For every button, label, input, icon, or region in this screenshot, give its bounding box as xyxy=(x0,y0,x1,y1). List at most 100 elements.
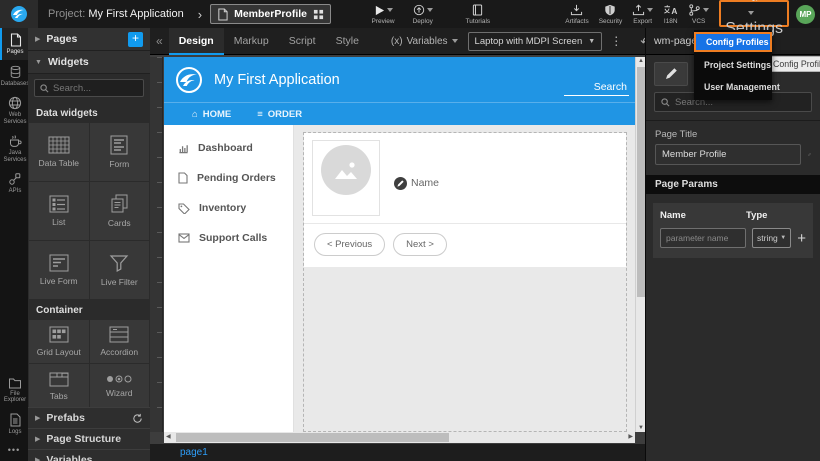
widget-tile-live-form[interactable]: Live Form xyxy=(29,241,89,299)
left-icon-bar: Pages Databases Web Services Java Servic… xyxy=(0,28,28,461)
widget-tile-label: Wizard xyxy=(106,388,132,398)
add-page-button[interactable]: + xyxy=(128,32,143,47)
tab-design[interactable]: Design xyxy=(169,28,224,55)
sidebar-item-pages[interactable]: Pages xyxy=(0,28,28,60)
param-name-column: Name xyxy=(660,210,746,221)
i18n-translate-icon: A xyxy=(663,4,678,16)
widget-tile-label: Cards xyxy=(108,218,131,228)
deploy-button[interactable]: Deploy xyxy=(413,0,433,28)
widget-tile-data-table[interactable]: Data Table xyxy=(29,123,89,181)
pages-section-header[interactable]: ▶ Pages + xyxy=(28,28,150,51)
widget-tile-accordion[interactable]: Accordion xyxy=(90,320,150,363)
widget-tile-cards[interactable]: Cards xyxy=(90,182,150,240)
name-field[interactable]: Name xyxy=(394,150,439,216)
refresh-icon[interactable] xyxy=(132,413,143,424)
add-param-button[interactable]: + xyxy=(797,231,806,246)
tutorials-button[interactable]: Tutorials xyxy=(465,0,490,28)
project-settings-label: Project Settings xyxy=(704,60,771,70)
i18n-label: I18N xyxy=(664,18,678,25)
menu-item-user-management[interactable]: User Management xyxy=(694,78,772,96)
widgets-panel: ▶ Pages + ▼ Widgets Data widgets Data Ta… xyxy=(28,28,150,461)
device-select[interactable]: Laptop with MDPI Screen ▼ xyxy=(468,32,603,51)
sidebar-item-file-explorer[interactable]: File Explorer xyxy=(0,372,28,408)
preview-button[interactable]: Preview xyxy=(371,0,394,28)
member-card[interactable]: Name xyxy=(304,133,626,223)
vcs-button[interactable]: VCS xyxy=(688,0,709,28)
user-avatar[interactable]: MP xyxy=(796,5,815,24)
i18n-button[interactable]: A I18N xyxy=(663,0,678,28)
scroll-right-icon[interactable]: ▶ xyxy=(628,433,633,440)
image-placeholder[interactable] xyxy=(312,140,380,216)
nav-item-home[interactable]: ⌂ HOME xyxy=(192,109,231,120)
widget-tile-wizard[interactable]: Wizard xyxy=(90,364,150,407)
param-type-select[interactable]: string ▼ xyxy=(752,228,791,248)
bind-link-icon[interactable] xyxy=(808,148,811,161)
previous-button[interactable]: < Previous xyxy=(314,233,385,256)
menu-item-inventory[interactable]: Inventory xyxy=(164,193,293,223)
widget-tile-label: List xyxy=(52,217,65,227)
config-profiles-tooltip: Config Profiles xyxy=(767,56,820,72)
widget-tile-list[interactable]: List xyxy=(29,182,89,240)
menu-item-project-settings[interactable]: Project Settings xyxy=(694,56,772,74)
widget-tile-form[interactable]: Form xyxy=(90,123,150,181)
canvas-horizontal-scrollbar[interactable]: ◀ ▶ xyxy=(164,432,635,443)
sidebar-more-icon[interactable]: ••• xyxy=(0,439,28,461)
widget-tile-grid-layout[interactable]: Grid Layout xyxy=(29,320,89,363)
menu-item-dashboard[interactable]: Dashboard xyxy=(164,133,293,163)
widgets-section-header[interactable]: ▼ Widgets xyxy=(28,51,150,74)
logs-icon xyxy=(9,413,21,427)
sidebar-item-databases[interactable]: Databases xyxy=(0,60,28,92)
edit-properties-button[interactable] xyxy=(654,62,688,86)
artifacts-button[interactable]: Artifacts xyxy=(565,0,588,28)
next-button[interactable]: Next > xyxy=(393,233,447,256)
collapse-left-icon[interactable]: « xyxy=(150,34,169,48)
menu-item-support-calls[interactable]: Support Calls xyxy=(164,223,293,253)
document-icon xyxy=(178,172,188,184)
widget-tile-tabs[interactable]: Tabs xyxy=(29,364,89,407)
page-title-input[interactable] xyxy=(655,144,801,165)
project-breadcrumb: Project: My First Application xyxy=(48,8,184,20)
top-bar: Project: My First Application › MemberPr… xyxy=(0,0,820,28)
page-icon xyxy=(217,8,228,21)
settings-button[interactable]: Settings xyxy=(719,0,789,27)
selected-widget-outline[interactable]: Name < Previous Next > xyxy=(303,132,627,432)
cards-icon xyxy=(109,194,129,214)
sidebar-label: APIs xyxy=(9,188,22,195)
data-table-icon xyxy=(48,136,70,154)
page-tab-page1[interactable]: page1 xyxy=(180,447,208,458)
tab-style[interactable]: Style xyxy=(326,28,369,55)
scroll-up-icon[interactable]: ▲ xyxy=(636,58,645,64)
horizontal-scroll-thumb[interactable] xyxy=(176,433,449,442)
page-selector[interactable]: MemberProfile xyxy=(210,4,331,24)
security-button[interactable]: Security xyxy=(599,0,622,28)
pages-grid-icon[interactable] xyxy=(313,9,324,20)
canvas-ruler xyxy=(150,57,163,432)
export-button[interactable]: Export xyxy=(632,0,653,28)
scroll-left-icon[interactable]: ◀ xyxy=(166,433,171,440)
widget-tile-live-filter[interactable]: Live Filter xyxy=(90,241,150,299)
canvas-vertical-scrollbar[interactable]: ▲ ▼ xyxy=(635,57,645,432)
app-preview: My First Application Search ⌂ HOME ≡ ORD… xyxy=(164,57,635,432)
wavemaker-logo[interactable] xyxy=(0,0,38,28)
menu-item-config-profiles[interactable]: Config Profiles xyxy=(694,32,772,52)
menu-item-pending-orders[interactable]: Pending Orders xyxy=(164,163,293,193)
app-search-link[interactable]: Search xyxy=(564,81,629,96)
page-structure-section[interactable]: ▶ Page Structure xyxy=(28,428,150,449)
prefabs-section[interactable]: ▶ Prefabs xyxy=(28,407,150,428)
more-options-icon[interactable]: ⋮ xyxy=(610,34,622,48)
widget-search-input[interactable] xyxy=(53,83,133,94)
sidebar-item-java-services[interactable]: Java Services xyxy=(0,129,28,167)
empty-content-area[interactable] xyxy=(304,267,626,431)
nav-order-label: ORDER xyxy=(268,109,302,120)
tab-script[interactable]: Script xyxy=(279,28,326,55)
param-name-input[interactable] xyxy=(660,228,746,248)
sidebar-item-web-services[interactable]: Web Services xyxy=(0,91,28,129)
variables-section[interactable]: ▶ Variables xyxy=(28,449,150,461)
scroll-down-icon[interactable]: ▼ xyxy=(636,425,645,431)
nav-item-order[interactable]: ≡ ORDER xyxy=(257,109,302,120)
sidebar-item-apis[interactable]: APIs xyxy=(0,167,28,199)
variables-dropdown[interactable]: (x) Variables xyxy=(391,36,458,47)
vertical-scroll-thumb[interactable] xyxy=(637,67,645,297)
tab-markup[interactable]: Markup xyxy=(224,28,279,55)
sidebar-item-logs[interactable]: Logs xyxy=(0,408,28,440)
